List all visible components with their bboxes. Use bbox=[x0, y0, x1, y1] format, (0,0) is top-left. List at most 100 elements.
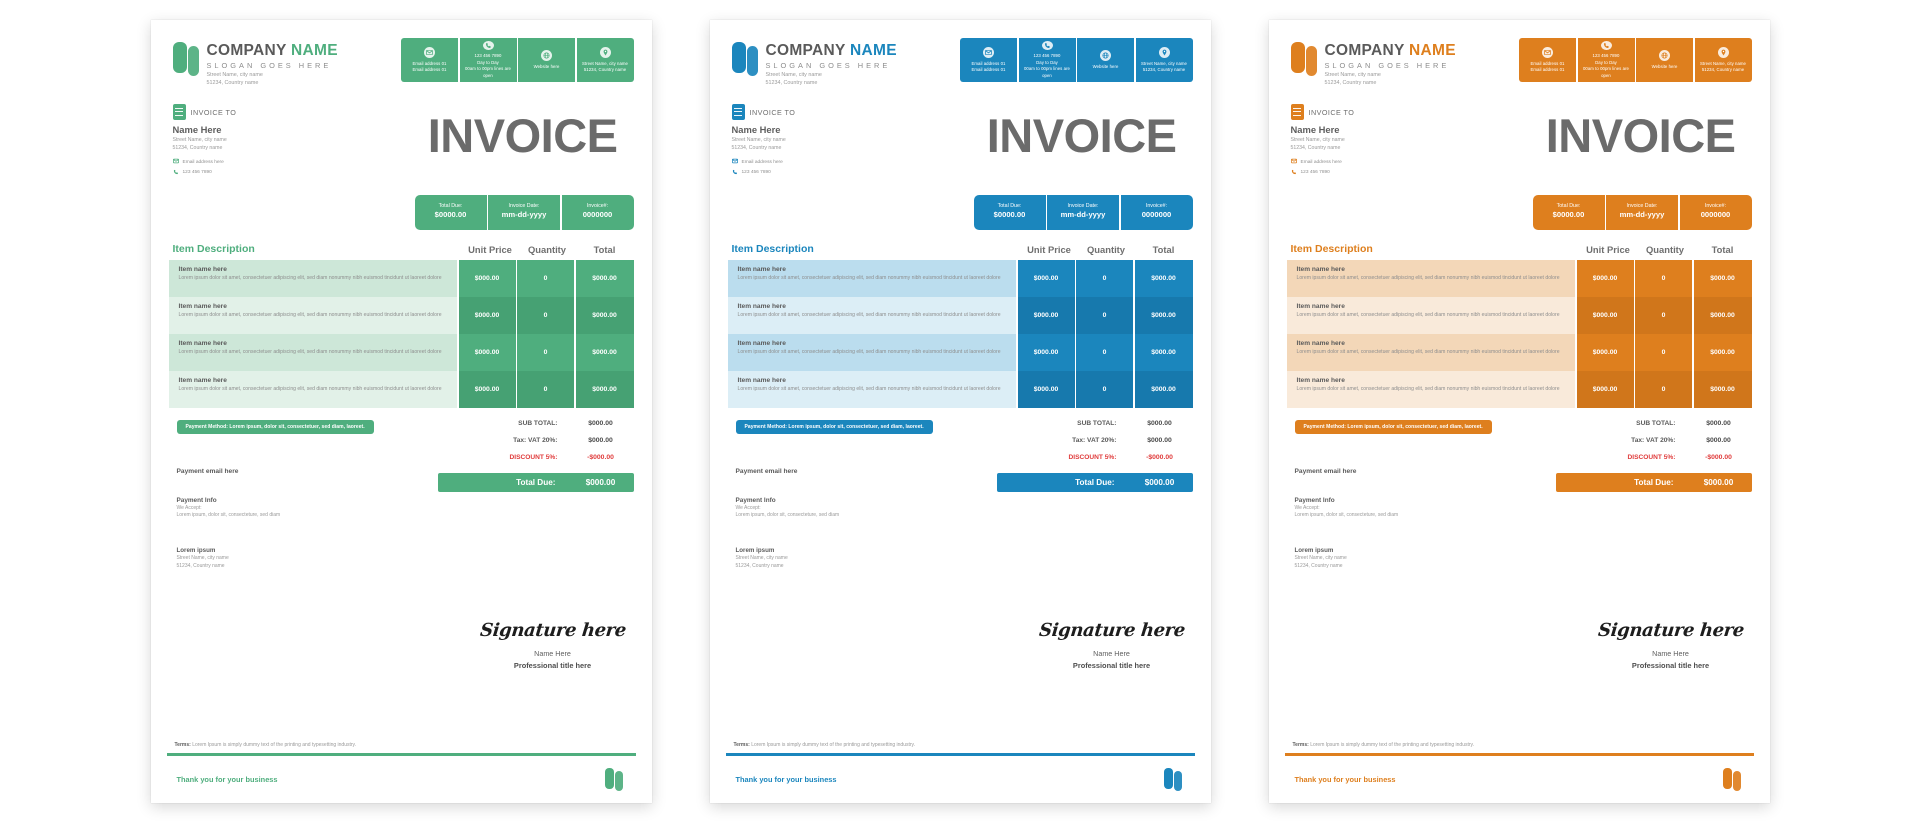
lorem-block-line1: Street Name, city name bbox=[176, 555, 229, 561]
brand-text: COMPANY NAME SLOGAN GOES HERE Street Name,… bbox=[1325, 42, 1456, 88]
invoice-to-email-row: Email address here bbox=[1290, 158, 1355, 166]
company-name-primary: COMPANY bbox=[765, 42, 846, 59]
contact-box-2[interactable]: Website here bbox=[518, 38, 575, 82]
phone-icon bbox=[482, 41, 494, 51]
column-header-unit-price: Unit Price bbox=[468, 243, 512, 255]
invoice-to-email: Email address here bbox=[182, 159, 224, 165]
brand-text: COMPANY NAME SLOGAN GOES HERE Street Name,… bbox=[766, 42, 897, 88]
logo-shape-right bbox=[187, 46, 199, 76]
phone-icon bbox=[1041, 41, 1053, 51]
summary-pill-1-value: mm-dd-yyyy bbox=[1619, 210, 1665, 220]
summary-pills: Total Due: $0000.00 Invoice Date: mm-dd-yyy… bbox=[726, 194, 1195, 230]
payment-info-line1: We Accept: bbox=[1294, 504, 1320, 511]
cell-total: $000.00 bbox=[575, 259, 634, 297]
company-slogan: SLOGAN GOES HERE bbox=[206, 60, 332, 70]
signature-block: Signature here Name Here Professional titl… bbox=[1037, 620, 1187, 670]
company-address-line1: Street Name, city name bbox=[1324, 71, 1381, 78]
total-label-2: DISCOUNT 5%: bbox=[1068, 453, 1117, 461]
contact-box-1-text: 123 456 7890 Day to Day 00am to 00pm lines… bbox=[1580, 53, 1633, 79]
contact-box-3[interactable]: Street Name, city name 51234, Country nam… bbox=[576, 38, 634, 82]
lorem-block-heading: Lorem ipsum bbox=[735, 547, 775, 554]
invoice-to-contact: Email address here 123 456 7890 bbox=[172, 158, 237, 177]
email-icon bbox=[424, 46, 435, 58]
total-label-1: Tax: VAT 20%: bbox=[1072, 436, 1117, 444]
contact-box-2-text: Website here bbox=[534, 64, 560, 70]
item-description: Lorem ipsum dolor sit amet, consectetuer… bbox=[737, 275, 1001, 282]
contact-box-1[interactable]: 123 456 7890 Day to Day 00am to 00pm lines… bbox=[1577, 38, 1635, 82]
contact-boxes: Email address 01 Email address 01 123 456 … bbox=[960, 38, 1195, 82]
table-row: Item name here Lorem ipsum dolor sit amet… bbox=[727, 259, 1016, 297]
payment-info-lines: We Accept: Lorem ipsum, dolor sit, consec… bbox=[736, 505, 997, 521]
summary-pill-0[interactable]: Total Due: $0000.00 bbox=[1532, 194, 1605, 230]
thank-you-text: Thank you for your business bbox=[735, 775, 837, 784]
company-slogan: SLOGAN GOES HERE bbox=[1324, 60, 1450, 70]
invoice-table: Item name here Lorem ipsum dolor sit amet… bbox=[726, 259, 1195, 408]
total-label-2: DISCOUNT 5%: bbox=[1627, 453, 1676, 461]
phone-icon bbox=[732, 169, 738, 177]
item-description: Lorem ipsum dolor sit amet, consectetuer… bbox=[1296, 386, 1560, 393]
contact-box-1[interactable]: 123 456 7890 Day to Day 00am to 00pm lines… bbox=[1018, 38, 1076, 82]
email-icon bbox=[1290, 158, 1297, 166]
contact-box-2[interactable]: Website here bbox=[1077, 38, 1134, 82]
summary-pill-2[interactable]: Invoice#: 0000000 bbox=[1679, 194, 1752, 230]
contact-box-0-text: Email address 01 Email address 01 bbox=[413, 61, 447, 74]
contact-box-1[interactable]: 123 456 7890 Day to Day 00am to 00pm lines… bbox=[459, 38, 517, 82]
summary-pill-0-key: Total Due: bbox=[997, 203, 1022, 210]
summary-pill-2-key: Invoice#: bbox=[586, 203, 609, 210]
contact-box-3-text: Street Name, city name 51234, Country nam… bbox=[1700, 61, 1746, 74]
lorem-block-line2: 51234, Country name bbox=[735, 562, 784, 569]
total-row-0: SUB TOTAL: $000.00 bbox=[438, 415, 634, 432]
lorem-block-heading: Lorem ipsum bbox=[1294, 547, 1334, 554]
contact-box-3[interactable]: Street Name, city name 51234, Country nam… bbox=[1135, 38, 1193, 82]
cell-total: $000.00 bbox=[1693, 333, 1752, 371]
contact-box-0[interactable]: Email address 01 Email address 01 bbox=[1519, 38, 1576, 82]
summary-pill-1[interactable]: Invoice Date: mm-dd-yyyy bbox=[1606, 194, 1678, 230]
payment-info-line1: We Accept: bbox=[735, 504, 761, 511]
total-row-1: Tax: VAT 20%: $000.00 bbox=[997, 432, 1193, 449]
summary-pill-2-key: Invoice#: bbox=[1145, 203, 1168, 210]
brand-text: COMPANY NAME SLOGAN GOES HERE Street Name,… bbox=[207, 42, 338, 88]
company-logo-icon bbox=[731, 42, 759, 76]
invoice-header: COMPANY NAME SLOGAN GOES HERE Street Name,… bbox=[726, 38, 1195, 96]
invoice-to-address: Street Name, city name 51234, Country nam… bbox=[732, 137, 796, 153]
total-value-2: -$000.00 bbox=[1705, 453, 1732, 461]
lorem-block: Lorem ipsum Street Name, city name 51234, … bbox=[1295, 547, 1556, 571]
total-value-0: $000.00 bbox=[588, 419, 613, 427]
payment-info-lines: We Accept: Lorem ipsum, dolor sit, consec… bbox=[1295, 505, 1556, 521]
total-row-2: DISCOUNT 5%: -$000.00 bbox=[1556, 449, 1752, 466]
table-row: Item name here Lorem ipsum dolor sit amet… bbox=[727, 333, 1016, 371]
total-row-1: Tax: VAT 20%: $000.00 bbox=[1556, 432, 1752, 449]
summary-pill-2[interactable]: Invoice#: 0000000 bbox=[561, 194, 634, 230]
column-header-quantity: Quantity bbox=[527, 243, 567, 255]
company-address-line2: 51234, Country name bbox=[765, 79, 818, 86]
totals-and-payment: Payment Method: Lorem ipsum, dolor sit, … bbox=[1285, 415, 1754, 571]
summary-pill-1[interactable]: Invoice Date: mm-dd-yyyy bbox=[488, 194, 560, 230]
column-header-total: Total bbox=[593, 243, 616, 255]
column-header-description: Item Description bbox=[172, 242, 255, 255]
contact-box-0[interactable]: Email address 01 Email address 01 bbox=[960, 38, 1017, 82]
payment-email: Payment email here bbox=[735, 467, 798, 475]
item-description: Lorem ipsum dolor sit amet, consectetuer… bbox=[737, 312, 1001, 319]
contact-box-1-line2: 00am to 00pm lines are open bbox=[1023, 66, 1070, 78]
terms-line: Terms: Lorem Ipsum is simply dummy text … bbox=[167, 742, 636, 753]
globe-icon bbox=[541, 49, 552, 61]
cell-unit_price: $000.00 bbox=[1576, 333, 1634, 371]
company-address: Street Name, city name 51234, Country nam… bbox=[1325, 72, 1456, 88]
invoice-to-email-row: Email address here bbox=[172, 158, 237, 166]
summary-pill-0[interactable]: Total Due: $0000.00 bbox=[973, 194, 1046, 230]
cell-unit_price: $000.00 bbox=[458, 370, 516, 408]
payment-info-line1: We Accept: bbox=[176, 504, 202, 511]
unit-price-column: $000.00 $000.00 $000.00 $000.00 bbox=[458, 259, 516, 408]
contact-box-0[interactable]: Email address 01 Email address 01 bbox=[401, 38, 458, 82]
total-row-0: SUB TOTAL: $000.00 bbox=[997, 415, 1193, 432]
summary-pill-0[interactable]: Total Due: $0000.00 bbox=[414, 194, 487, 230]
invoice-to-phone-row: 123 456 7890 bbox=[732, 169, 796, 177]
summary-pill-1[interactable]: Invoice Date: mm-dd-yyyy bbox=[1047, 194, 1119, 230]
contact-box-2-text: Website here bbox=[1093, 64, 1119, 70]
document-icon bbox=[172, 104, 186, 120]
logo-shape-right bbox=[1305, 46, 1317, 76]
contact-box-2[interactable]: Website here bbox=[1636, 38, 1693, 82]
contact-box-3[interactable]: Street Name, city name 51234, Country nam… bbox=[1694, 38, 1752, 82]
summary-pill-2[interactable]: Invoice#: 0000000 bbox=[1120, 194, 1193, 230]
contact-box-0-text: Email address 01 Email address 01 bbox=[972, 61, 1006, 74]
